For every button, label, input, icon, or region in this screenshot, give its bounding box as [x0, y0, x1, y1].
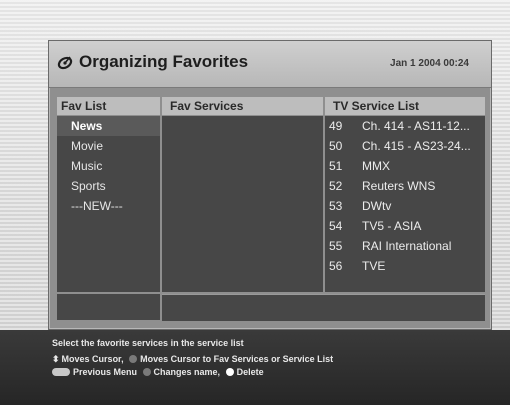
fav-services-panel[interactable] — [162, 116, 323, 292]
fav-list-item[interactable]: ---NEW--- — [57, 196, 160, 216]
service-list-row[interactable]: 53 DWtv — [325, 196, 485, 216]
service-number: 55 — [329, 239, 343, 253]
service-name: Reuters WNS — [362, 179, 436, 193]
service-list-row[interactable]: 52 Reuters WNS — [325, 176, 485, 196]
fav-list-footer — [57, 294, 160, 320]
service-number: 52 — [329, 179, 343, 193]
service-name: TVE — [362, 259, 386, 273]
gray-button-icon — [129, 355, 138, 363]
service-number: 53 — [329, 199, 343, 213]
service-list-row[interactable]: 49 Ch. 414 - AS11-12... — [325, 116, 485, 136]
up-down-arrow-icon: ⬍ — [52, 354, 60, 364]
service-list-row[interactable]: 55 RAI International — [325, 236, 485, 256]
service-list-row[interactable]: 56 TVE — [325, 256, 485, 276]
help-delete: Delete — [236, 367, 264, 377]
service-name: Ch. 415 - AS23-24... — [362, 139, 471, 153]
satellite-icon — [57, 56, 73, 70]
service-number: 54 — [329, 219, 343, 233]
help-bar: Select the favorite services in the serv… — [0, 330, 510, 405]
fav-list-item[interactable]: Music — [57, 156, 160, 176]
fav-list-item[interactable]: Movie — [57, 136, 160, 156]
help-line-navigation: ⬍ Moves Cursor, Moves Cursor to Fav Servi… — [52, 354, 333, 365]
fav-list-item[interactable]: News — [57, 116, 160, 136]
help-previous-menu: Previous Menu — [73, 367, 138, 377]
service-number: 50 — [329, 139, 343, 153]
service-name: DWtv — [362, 199, 392, 213]
service-name: Ch. 414 - AS11-12... — [362, 119, 470, 133]
service-list-row[interactable]: 50 Ch. 415 - AS23-24... — [325, 136, 485, 156]
date-time: Jan 1 2004 00:24 — [390, 58, 469, 69]
white-button-icon — [225, 368, 234, 376]
info-bar — [162, 294, 485, 321]
help-title: Select the favorite services in the serv… — [52, 338, 244, 348]
gray-button-icon — [142, 368, 151, 376]
help-move-to-lists: Moves Cursor to Fav Services or Service … — [140, 354, 334, 364]
service-list-header: TV Service List — [325, 97, 485, 115]
service-name: RAI International — [362, 239, 452, 253]
help-change-name: Changes name, — [153, 367, 221, 377]
fav-list-header: Fav List — [57, 97, 160, 115]
service-number: 49 — [329, 119, 343, 133]
help-line-actions: Previous Menu Changes name, Delete — [52, 367, 264, 377]
organizing-favorites-window: Organizing Favorites Jan 1 2004 00:24 Fa… — [48, 40, 492, 330]
service-name: MMX — [362, 159, 390, 173]
service-name: TV5 - ASIA — [362, 219, 422, 233]
help-move-cursor: Moves Cursor, — [61, 354, 124, 364]
menu-key-icon — [52, 368, 70, 376]
page-title: Organizing Favorites — [79, 52, 249, 71]
fav-list-panel: News Movie Music Sports ---NEW--- — [57, 116, 160, 292]
fav-services-header: Fav Services — [162, 97, 323, 115]
title-bar: Organizing Favorites Jan 1 2004 00:24 — [49, 41, 491, 88]
fav-list-item[interactable]: Sports — [57, 176, 160, 196]
service-number: 51 — [329, 159, 343, 173]
service-list-row[interactable]: 54 TV5 - ASIA — [325, 216, 485, 236]
service-number: 56 — [329, 259, 343, 273]
service-list-row[interactable]: 51 MMX — [325, 156, 485, 176]
service-list-panel: 49 Ch. 414 - AS11-12... 50 Ch. 415 - AS23-2… — [325, 116, 485, 292]
